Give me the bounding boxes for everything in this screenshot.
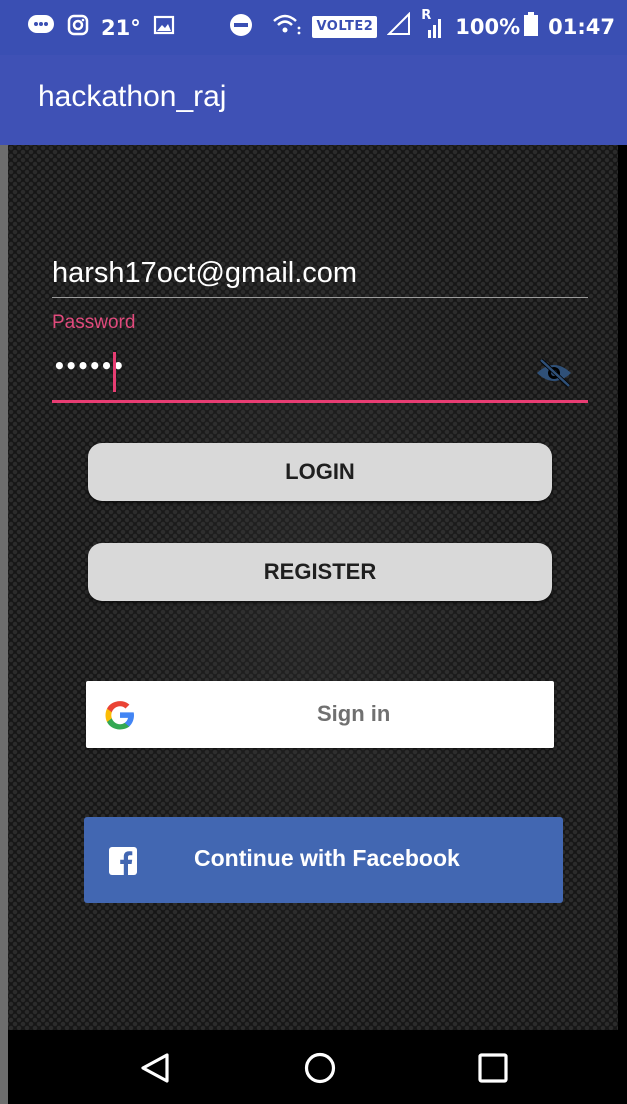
right-edge: [618, 145, 627, 1104]
instagram-icon: [67, 14, 89, 41]
google-signin-label: Sign in: [317, 701, 391, 726]
login-button[interactable]: LOGIN: [88, 443, 552, 501]
password-label: Password: [52, 312, 136, 333]
roaming-signal-icon: R: [421, 8, 445, 40]
app-toolbar: hackathon_raj: [0, 55, 627, 145]
app-screen: 21° VOLTE2 R 100% 01:47 hackathon_raj ha…: [0, 0, 627, 1104]
home-icon[interactable]: [300, 1050, 340, 1086]
wifi-icon: [272, 12, 302, 41]
status-bar: 21° VOLTE2 R 100% 01:47: [0, 0, 627, 55]
facebook-login-button[interactable]: Continue with Facebook: [84, 817, 563, 903]
text-cursor: [113, 352, 116, 392]
facebook-icon: [109, 847, 137, 875]
battery-text: 100%: [455, 14, 521, 39]
image-icon: [153, 14, 175, 41]
facebook-login-label: Continue with Facebook: [194, 845, 460, 871]
eye-off-icon[interactable]: [535, 358, 573, 388]
left-edge: [0, 145, 8, 1104]
email-field[interactable]: harsh17oct@gmail.com: [52, 255, 588, 298]
app-title: hackathon_raj: [38, 80, 227, 113]
volte-badge: VOLTE2: [312, 15, 378, 38]
signal-icon: [386, 11, 411, 41]
clock-text: 01:47: [548, 14, 615, 39]
battery-icon: [524, 12, 539, 41]
temperature-text: 21°: [101, 15, 141, 40]
password-field[interactable]: ••••••: [52, 348, 588, 403]
recents-icon[interactable]: [473, 1050, 513, 1086]
email-value: harsh17oct@gmail.com: [52, 257, 358, 289]
google-signin-button[interactable]: Sign in: [86, 681, 554, 748]
google-icon: [104, 699, 136, 731]
chat-icon: [27, 14, 55, 41]
back-icon[interactable]: [134, 1050, 174, 1086]
register-button[interactable]: REGISTER: [88, 543, 552, 601]
dnd-icon: [229, 13, 253, 42]
navigation-bar: [8, 1030, 618, 1104]
